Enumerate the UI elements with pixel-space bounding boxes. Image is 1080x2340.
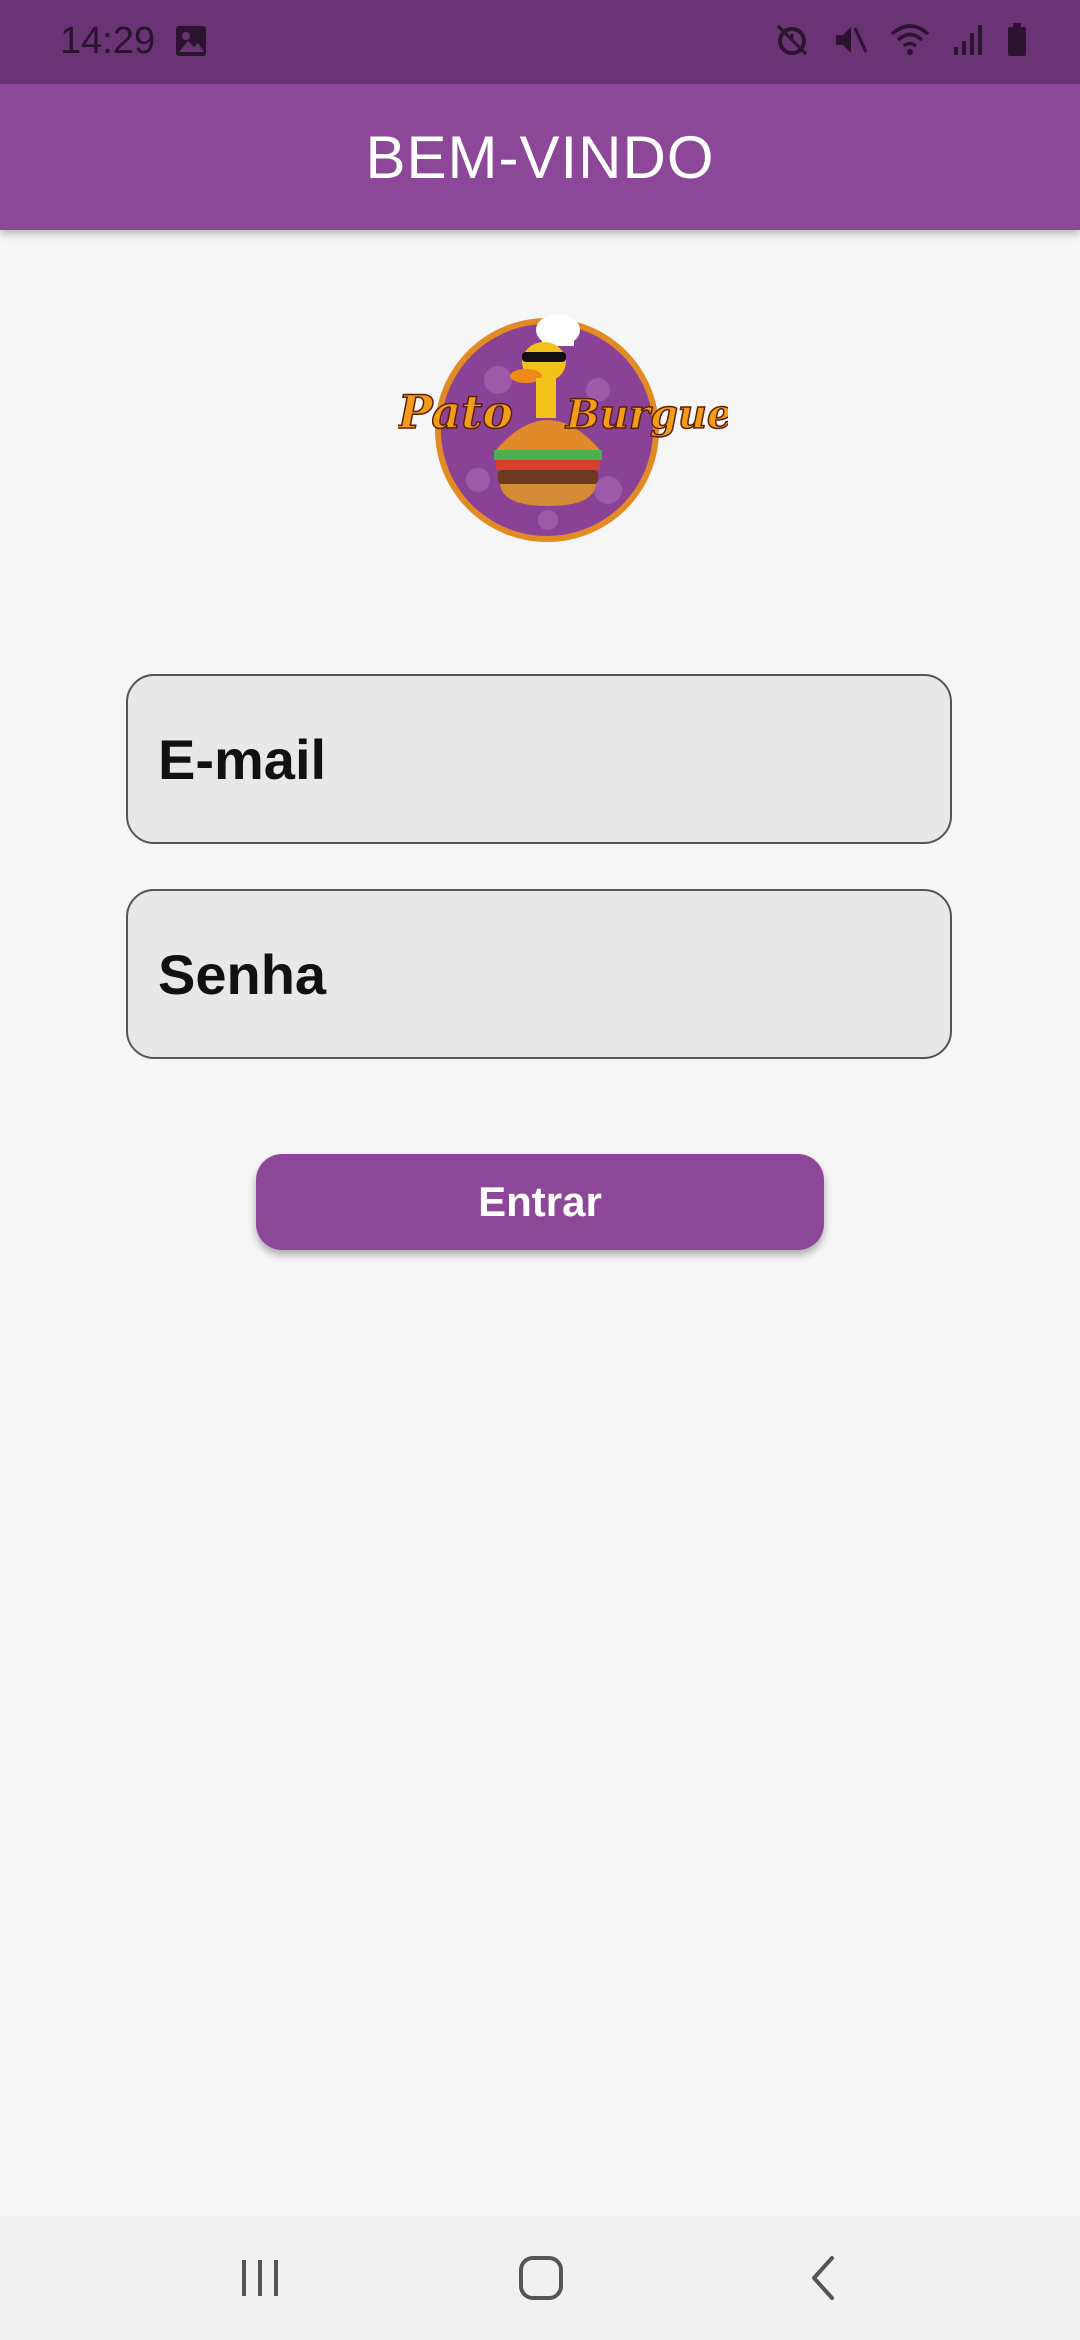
status-icons — [774, 22, 1028, 63]
status-time: 14:29 — [60, 20, 156, 62]
app-bar: BEM-VINDO — [0, 84, 1080, 230]
password-placeholder: Senha — [158, 942, 327, 1006]
home-icon[interactable] — [516, 2246, 566, 2311]
wifi-icon — [890, 22, 930, 63]
email-placeholder: E-mail — [158, 727, 327, 791]
gallery-icon — [174, 24, 208, 63]
password-field[interactable]: Senha — [126, 889, 952, 1059]
email-field[interactable]: E-mail — [126, 674, 952, 844]
entrar-button-label: Entrar — [478, 1178, 602, 1225]
recent-apps-icon[interactable] — [238, 2246, 282, 2311]
back-icon[interactable] — [804, 2246, 844, 2311]
system-nav-bar — [0, 2216, 1080, 2340]
svg-text:Pato: Pato — [398, 385, 513, 439]
signal-icon — [952, 23, 984, 62]
pato-burguer-logo: Pato Burguer — [395, 310, 757, 560]
battery-icon — [1006, 22, 1028, 63]
status-bar: 14:29 — [0, 0, 1080, 84]
svg-text:Burguer: Burguer — [565, 391, 728, 438]
page-title: BEM-VINDO — [365, 123, 715, 191]
mute-icon — [832, 22, 868, 63]
alarm-icon — [774, 22, 810, 63]
entrar-button[interactable]: Entrar — [256, 1154, 824, 1250]
